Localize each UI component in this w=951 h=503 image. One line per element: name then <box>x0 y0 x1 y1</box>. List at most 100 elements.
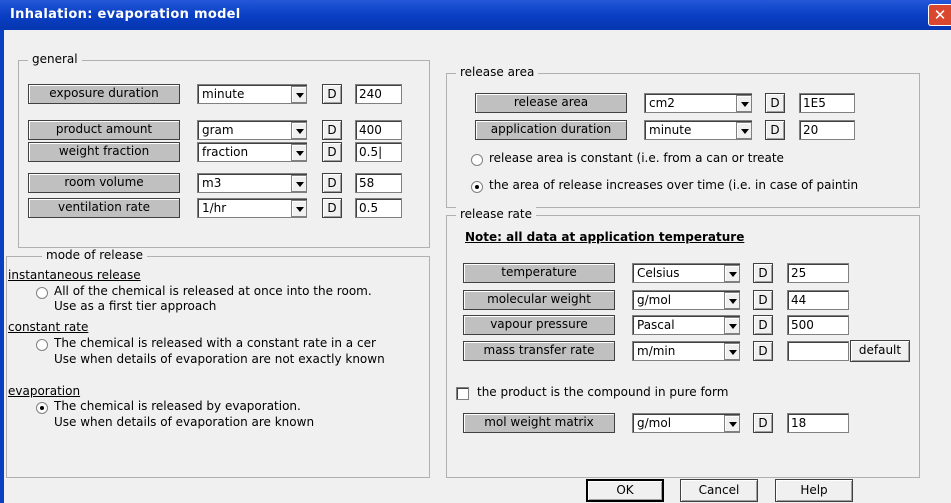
dialog-client: general exposure duration minute D 240 p… <box>4 30 951 503</box>
temperature-unit-value: Celsius <box>637 266 680 280</box>
exposure-duration-unit-select[interactable]: minute <box>197 84 307 104</box>
vapour-pressure-d-button[interactable]: D <box>753 315 773 335</box>
vapour-pressure-unit-select[interactable]: Pascal <box>632 315 740 335</box>
close-button[interactable]: ✕ <box>928 4 951 26</box>
room-volume-d-button[interactable]: D <box>322 173 342 193</box>
weight-fraction-d-button[interactable]: D <box>322 142 342 162</box>
mass-transfer-rate-d-button[interactable]: D <box>753 341 773 361</box>
application-duration-unit-value: minute <box>649 123 692 137</box>
room-volume-unit-select[interactable]: m3 <box>197 173 307 193</box>
chevron-down-icon[interactable] <box>724 343 740 360</box>
constant-rate-heading: constant rate <box>8 320 89 334</box>
ok-button[interactable]: OK <box>586 479 664 502</box>
chevron-down-icon[interactable] <box>724 265 740 282</box>
release-area-d-button[interactable]: D <box>765 93 785 113</box>
default-button[interactable]: default <box>850 340 910 362</box>
instantaneous-release-heading: instantaneous release <box>8 268 141 282</box>
dialog-window: Inhalation: evaporation model ✕ general … <box>0 0 951 503</box>
chevron-down-icon[interactable] <box>736 95 752 112</box>
mol-weight-matrix-unit-value: g/mol <box>637 416 672 430</box>
release-area-label: release area <box>475 93 627 113</box>
chevron-down-icon[interactable] <box>724 317 740 334</box>
release-area-constant-radio[interactable] <box>471 154 483 166</box>
weight-fraction-label: weight fraction <box>28 142 180 162</box>
instantaneous-release-line1: All of the chemical is released at once … <box>54 284 372 298</box>
application-duration-d-button[interactable]: D <box>765 120 785 140</box>
chevron-down-icon[interactable] <box>736 122 752 139</box>
mol-weight-matrix-input[interactable]: 18 <box>787 413 849 433</box>
product-amount-label: product amount <box>28 120 180 140</box>
exposure-duration-input[interactable]: 240 <box>355 84 402 104</box>
ventilation-rate-d-button[interactable]: D <box>322 198 342 218</box>
release-area-unit-value: cm2 <box>649 96 675 110</box>
instantaneous-release-radio[interactable] <box>36 287 48 299</box>
product-amount-unit-value: gram <box>202 123 234 137</box>
molecular-weight-d-button[interactable]: D <box>753 290 773 310</box>
ventilation-rate-label: ventilation rate <box>28 198 180 218</box>
vapour-pressure-unit-value: Pascal <box>637 318 675 332</box>
chevron-down-icon[interactable] <box>291 175 307 192</box>
mass-transfer-rate-label: mass transfer rate <box>463 341 615 361</box>
release-area-input[interactable]: 1E5 <box>799 93 855 113</box>
constant-rate-line1: The chemical is released with a constant… <box>54 336 376 350</box>
exposure-duration-label: exposure duration <box>28 84 180 104</box>
chevron-down-icon[interactable] <box>291 144 307 161</box>
vapour-pressure-label: vapour pressure <box>463 315 615 335</box>
vapour-pressure-input[interactable]: 500 <box>787 315 849 335</box>
help-button[interactable]: Help <box>775 479 853 502</box>
evaporation-line2: Use when details of evaporation are know… <box>54 415 315 429</box>
mass-transfer-rate-unit-select[interactable]: m/min <box>632 341 740 361</box>
molecular-weight-unit-value: g/mol <box>637 293 672 307</box>
temperature-label: temperature <box>463 263 615 283</box>
chevron-down-icon[interactable] <box>291 86 307 103</box>
release-rate-legend: release rate <box>456 207 536 221</box>
product-amount-unit-select[interactable]: gram <box>197 120 307 140</box>
constant-rate-line2: Use when details of evaporation are not … <box>54 352 385 366</box>
ventilation-rate-input[interactable]: 0.5 <box>355 198 402 218</box>
ventilation-rate-unit-select[interactable]: 1/hr <box>197 198 307 218</box>
mol-weight-matrix-d-button[interactable]: D <box>753 413 773 433</box>
constant-rate-radio[interactable] <box>36 339 48 351</box>
window-title: Inhalation: evaporation model <box>10 7 241 22</box>
product-amount-d-button[interactable]: D <box>322 120 342 140</box>
weight-fraction-unit-select[interactable]: fraction <box>197 142 307 162</box>
evaporation-line1: The chemical is released by evaporation. <box>54 399 301 413</box>
application-temperature-note: Note: all data at application temperatur… <box>465 230 745 244</box>
instantaneous-release-line2: Use as a first tier approach <box>54 299 217 313</box>
release-area-constant-text: release area is constant (i.e. from a ca… <box>489 151 784 165</box>
application-duration-input[interactable]: 20 <box>799 120 855 140</box>
ventilation-rate-unit-value: 1/hr <box>202 201 227 215</box>
mol-weight-matrix-label: mol weight matrix <box>463 413 615 433</box>
exposure-duration-d-button[interactable]: D <box>322 84 342 104</box>
chevron-down-icon[interactable] <box>291 200 307 217</box>
release-area-unit-select[interactable]: cm2 <box>644 93 752 113</box>
weight-fraction-input[interactable]: 0.5| <box>355 142 402 162</box>
room-volume-unit-value: m3 <box>202 176 222 190</box>
release-area-increases-radio[interactable] <box>471 181 483 193</box>
chevron-down-icon[interactable] <box>724 415 740 432</box>
mol-weight-matrix-unit-select[interactable]: g/mol <box>632 413 740 433</box>
pure-form-text: the product is the compound in pure form <box>477 385 729 399</box>
weight-fraction-unit-value: fraction <box>202 145 249 159</box>
chevron-down-icon[interactable] <box>291 122 307 139</box>
temperature-input[interactable]: 25 <box>787 263 849 283</box>
room-volume-input[interactable]: 58 <box>355 173 402 193</box>
evaporation-radio[interactable] <box>36 402 48 414</box>
close-icon: ✕ <box>933 6 947 24</box>
room-volume-label: room volume <box>28 173 180 193</box>
general-legend: general <box>28 52 82 66</box>
chevron-down-icon[interactable] <box>724 292 740 309</box>
molecular-weight-input[interactable]: 44 <box>787 290 849 310</box>
application-duration-unit-select[interactable]: minute <box>644 120 752 140</box>
pure-form-checkbox[interactable] <box>456 387 469 400</box>
mass-transfer-rate-input[interactable] <box>787 341 849 361</box>
cancel-button[interactable]: Cancel <box>680 479 758 502</box>
molecular-weight-unit-select[interactable]: g/mol <box>632 290 740 310</box>
evaporation-heading: evaporation <box>8 384 81 398</box>
product-amount-input[interactable]: 400 <box>355 120 402 140</box>
molecular-weight-label: molecular weight <box>463 290 615 310</box>
temperature-unit-select[interactable]: Celsius <box>632 263 740 283</box>
application-duration-label: application duration <box>475 120 627 140</box>
temperature-d-button[interactable]: D <box>753 263 773 283</box>
mass-transfer-rate-unit-value: m/min <box>637 344 676 358</box>
